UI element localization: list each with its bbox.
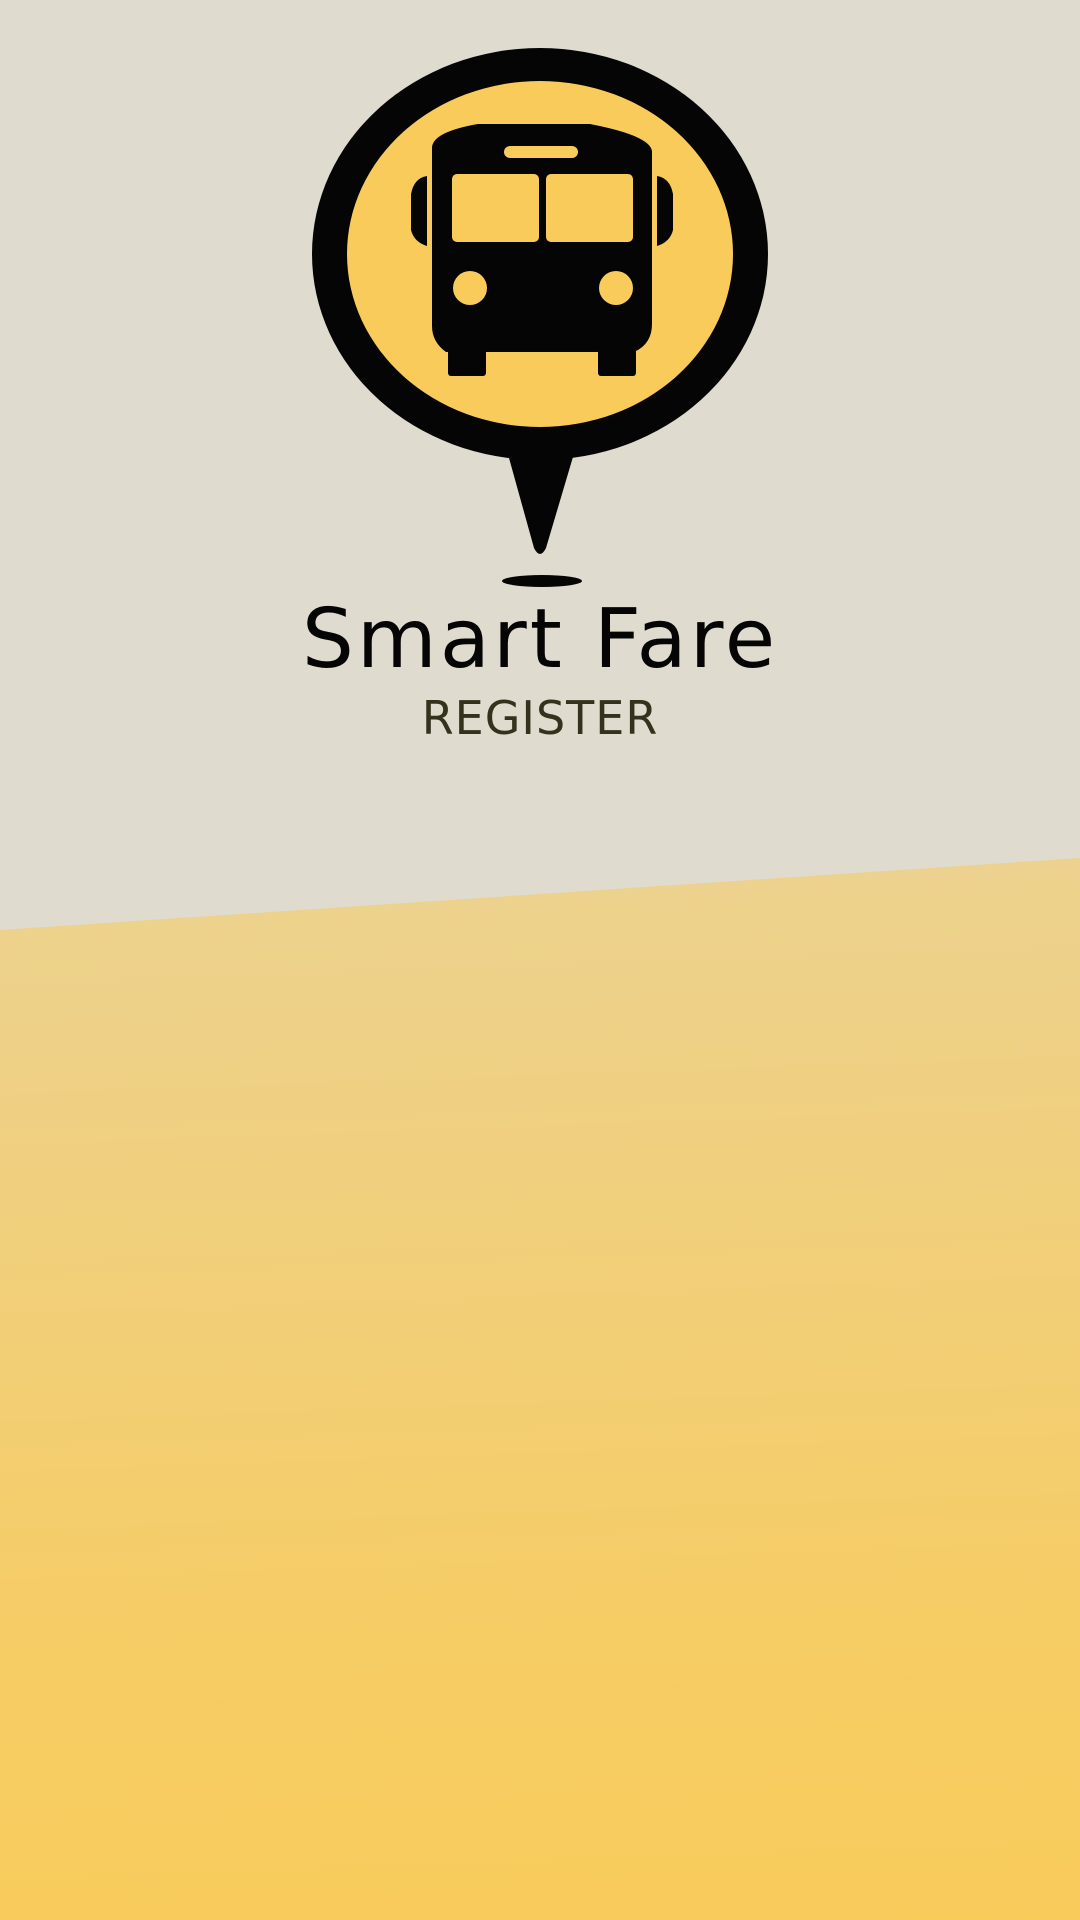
app-title: Smart Fare (301, 592, 779, 687)
bus-location-pin-icon (308, 48, 772, 592)
page-subtitle: REGISTER (421, 691, 659, 745)
